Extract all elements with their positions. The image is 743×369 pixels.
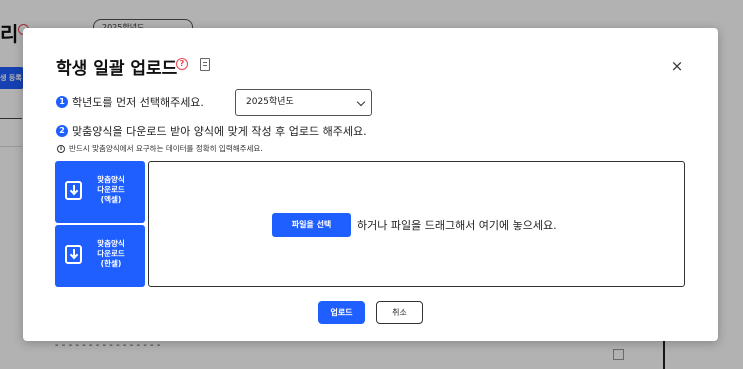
download-excel-label-line3: (엑셀) — [100, 195, 122, 204]
download-excel-label: 맞춤양식 다운로드 (엑셀) — [97, 175, 125, 205]
document-icon[interactable] — [200, 58, 210, 71]
download-excel-label-line2: 다운로드 — [97, 185, 125, 194]
notice-text: 반드시 맞춤양식에서 요구하는 데이터를 정확히 입력해주세요. — [69, 144, 263, 153]
download-excel-label-line1: 맞춤양식 — [97, 175, 125, 184]
download-hancell-template-button[interactable]: 맞춤양식 다운로드 (한셀) — [55, 225, 145, 287]
step-2-text: 맞춤양식을 다운로드 받아 양식에 맞게 작성 후 업로드 해주세요. — [72, 125, 367, 138]
download-hancell-label-line3: (한셀) — [100, 259, 122, 268]
notice: i 반드시 맞춤양식에서 요구하는 데이터를 정확히 입력해주세요. — [57, 143, 263, 154]
step-1-badge: 1 — [56, 96, 68, 108]
info-icon: i — [57, 144, 65, 153]
bulk-upload-modal: 학생 일괄 업로드 ? × 1 학년도를 먼저 선택해주세요. 2025학년도 2… — [23, 28, 718, 341]
file-select-button[interactable]: 파일을 선택 — [272, 213, 351, 237]
help-circle-icon[interactable]: ? — [176, 58, 188, 70]
download-icon — [65, 245, 82, 264]
step-1-text: 학년도를 먼저 선택해주세요. — [72, 96, 204, 109]
year-select[interactable]: 2025학년도 — [235, 89, 372, 116]
step-1-instruction: 1 학년도를 먼저 선택해주세요. — [56, 94, 204, 110]
download-hancell-label-line1: 맞춤양식 — [97, 239, 125, 248]
year-select-value: 2025학년도 — [246, 97, 294, 107]
step-2-instruction: 2 맞춤양식을 다운로드 받아 양식에 맞게 작성 후 업로드 해주세요. — [56, 123, 367, 139]
download-hancell-label: 맞춤양식 다운로드 (한셀) — [97, 239, 125, 269]
close-icon[interactable]: × — [669, 58, 685, 74]
download-hancell-label-line2: 다운로드 — [97, 249, 125, 258]
file-dropzone[interactable]: 파일을 선택 하거나 파일을 드래그해서 여기에 놓으세요. — [148, 161, 685, 287]
download-excel-template-button[interactable]: 맞춤양식 다운로드 (엑셀) — [55, 161, 145, 223]
upload-button[interactable]: 업로드 — [318, 301, 365, 324]
chevron-down-icon — [356, 97, 366, 107]
step-2-badge: 2 — [56, 125, 68, 137]
cancel-button[interactable]: 취소 — [376, 301, 423, 324]
dropzone-text: 하거나 파일을 드래그해서 여기에 놓으세요. — [357, 219, 557, 232]
download-icon — [65, 181, 82, 200]
modal-title: 학생 일괄 업로드 — [56, 59, 178, 79]
